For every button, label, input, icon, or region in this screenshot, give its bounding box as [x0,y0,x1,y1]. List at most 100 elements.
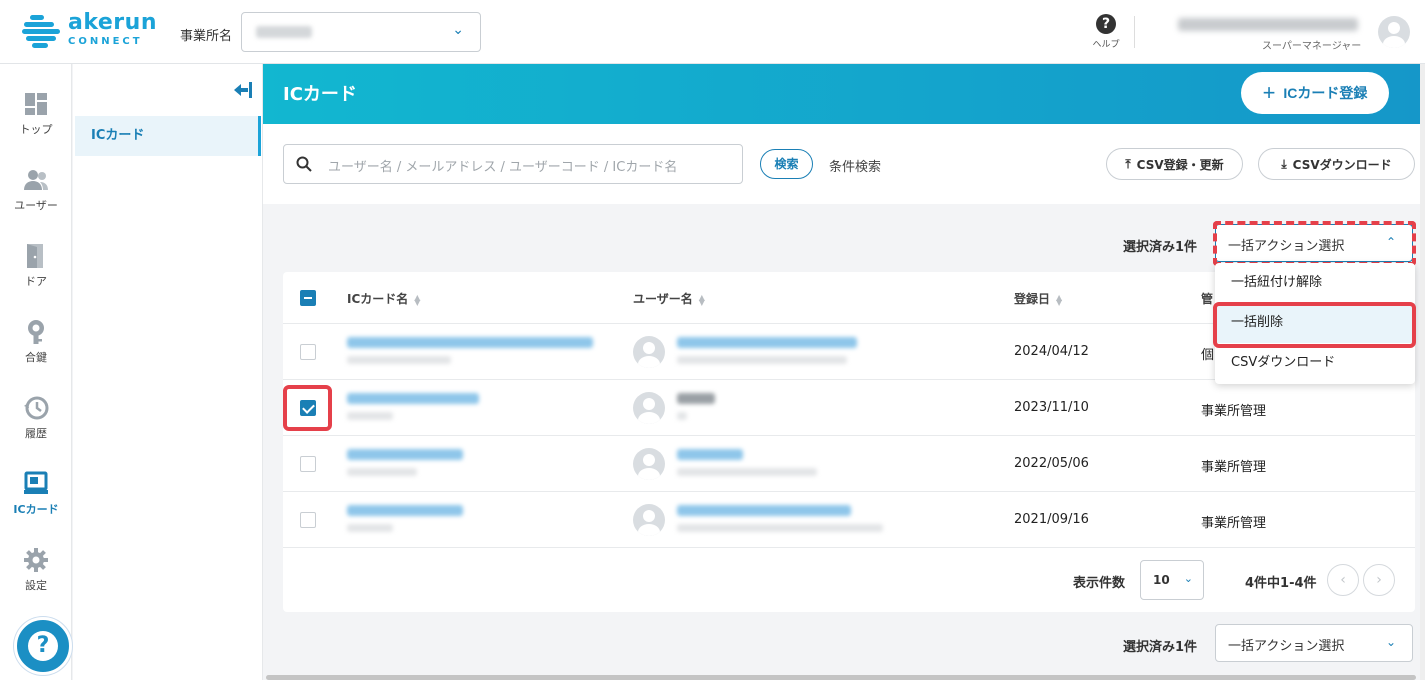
registered-date: 2021/09/16 [1014,512,1089,527]
page-header-band: ICカード + ICカード登録 [263,64,1420,124]
dashboard-icon [22,90,50,118]
card-name-redacted[interactable] [347,337,593,348]
door-icon [22,242,50,270]
management-type: 個 [1201,348,1215,363]
next-page-button[interactable]: › [1363,564,1395,596]
logo-word: akerun [68,10,157,35]
avatar [633,336,665,368]
plus-icon: + [1262,80,1276,105]
row-checkbox[interactable] [300,456,316,472]
management-type: 事業所管理 [1201,404,1267,419]
csv-download-label: CSVダウンロード [1292,157,1392,172]
user-name-redacted[interactable] [677,449,743,460]
select-all-checkbox[interactable] [300,290,316,306]
table-row[interactable]: 2022/05/06 事業所管理 [283,435,1415,491]
office-value-redacted [256,26,312,38]
avatar [633,392,665,424]
rail-label-ic-card: ICカード [13,503,59,516]
user-name-redacted[interactable] [677,505,851,516]
bulk-action-select-bottom[interactable]: 一括アクション選択 ⌄ [1215,624,1413,662]
gear-icon [22,546,50,574]
rail-item-history[interactable]: 履歴 [0,394,72,441]
office-label: 事業所名 [180,29,233,44]
csv-import-button[interactable]: ⤒ CSV登録・更新 [1106,148,1243,180]
rail-item-settings[interactable]: 設定 [0,546,72,593]
highlight-row-checkbox [283,385,332,431]
chevron-down-icon: ⌄ [1385,635,1396,649]
table-row[interactable]: 2023/11/10 事業所管理 [283,379,1415,435]
menu-item-bulk-unlink[interactable]: 一括紐付け解除 [1215,263,1415,303]
card-code-redacted [347,468,417,476]
per-page-value: 10 [1153,573,1170,587]
column-header-date[interactable]: 登録日 ▲ ▼ [1014,290,1062,307]
help-label: ヘルプ [1092,40,1120,50]
subnav-item-ic-card[interactable]: ICカード [75,116,261,156]
vertical-scrollbar[interactable] [1420,64,1425,680]
column-header-card-name[interactable]: ICカード名 ▲ ▼ [347,290,420,307]
menu-item-csv-download[interactable]: CSVダウンロード [1215,343,1415,383]
rail-label-keys: 合鍵 [25,351,47,364]
management-type: 事業所管理 [1201,516,1267,531]
rail-item-ic-card[interactable]: ICカード [0,470,72,517]
card-code-redacted [347,356,451,364]
search-input[interactable]: ユーザー名 / メールアドレス / ユーザーコード / ICカード名 [283,144,743,184]
highlight-bulk-select [1213,221,1416,266]
user-name-redacted[interactable] [677,337,857,348]
row-checkbox[interactable] [300,512,316,528]
logo-mark-icon [22,13,62,48]
rail-item-top[interactable]: トップ [0,90,72,137]
selected-count-bottom: 選択済み1件 [1123,640,1198,655]
registered-date: 2022/05/06 [1014,456,1089,471]
column-header-management[interactable]: 管 [1201,290,1213,307]
card-name-redacted[interactable] [347,505,463,516]
page-range: 4件中1-4件 [1245,576,1317,591]
rail-label-top: トップ [19,123,53,136]
avatar [633,504,665,536]
rail-item-keys[interactable]: 合鍵 [0,318,72,365]
per-page-select[interactable]: 10 ⌄ [1140,560,1204,600]
akerun-logo[interactable]: akerun CONNECT [22,10,157,48]
per-page-label: 表示件数 [1073,576,1126,591]
floating-help-button[interactable]: ? [14,617,72,675]
sort-icon: ▲ ▼ [1056,292,1063,307]
rail-item-doors[interactable]: ドア [0,242,72,289]
avatar[interactable] [1378,16,1410,48]
user-role: スーパーマネージャー [1262,41,1362,52]
rail-label-users: ユーザー [14,199,58,212]
upload-icon: ⤒ [1125,156,1131,171]
management-type: 事業所管理 [1201,460,1267,475]
user-email-redacted [677,412,687,420]
csv-import-label: CSV登録・更新 [1136,157,1224,172]
left-rail: トップ ユーザー ドア 合鍵 履歴 ICカード 設定 ? [0,64,72,680]
ic-card-icon [22,470,50,498]
user-name-redacted[interactable] [677,393,715,404]
user-email-redacted [677,524,883,532]
question-icon: ? [28,631,58,661]
prev-page-button[interactable]: ‹ [1327,564,1359,596]
help-button[interactable]: ? ヘルプ [1089,14,1123,50]
rail-item-users[interactable]: ユーザー [0,166,72,213]
key-icon [22,318,50,346]
column-header-user-name[interactable]: ユーザー名 ▲ ▼ [633,290,705,307]
row-checkbox[interactable] [300,344,316,360]
search-area: ユーザー名 / メールアドレス / ユーザーコード / ICカード名 検索 条件… [263,124,1420,204]
history-icon [22,394,50,422]
table-row[interactable]: 2021/09/16 事業所管理 [283,491,1415,547]
table-bottom-divider [283,547,1415,548]
rail-label-history: 履歴 [25,427,47,440]
sort-icon: ▲ ▼ [414,292,421,307]
csv-download-button[interactable]: ⤓ CSVダウンロード [1258,148,1415,180]
rail-label-doors: ドア [25,275,47,288]
advanced-search-link[interactable]: 条件検索 [829,156,881,175]
office-select[interactable]: ⌄ [241,12,481,52]
search-button[interactable]: 検索 [760,149,813,179]
card-code-redacted [347,524,393,532]
card-name-redacted[interactable] [347,449,463,460]
horizontal-scrollbar[interactable] [266,675,1416,680]
avatar [633,448,665,480]
user-email-redacted [677,356,847,364]
highlight-bulk-delete [1213,302,1416,348]
card-name-redacted[interactable] [347,393,479,404]
add-ic-card-button[interactable]: + ICカード登録 [1241,72,1389,114]
collapse-sidebar-icon[interactable] [233,82,253,98]
